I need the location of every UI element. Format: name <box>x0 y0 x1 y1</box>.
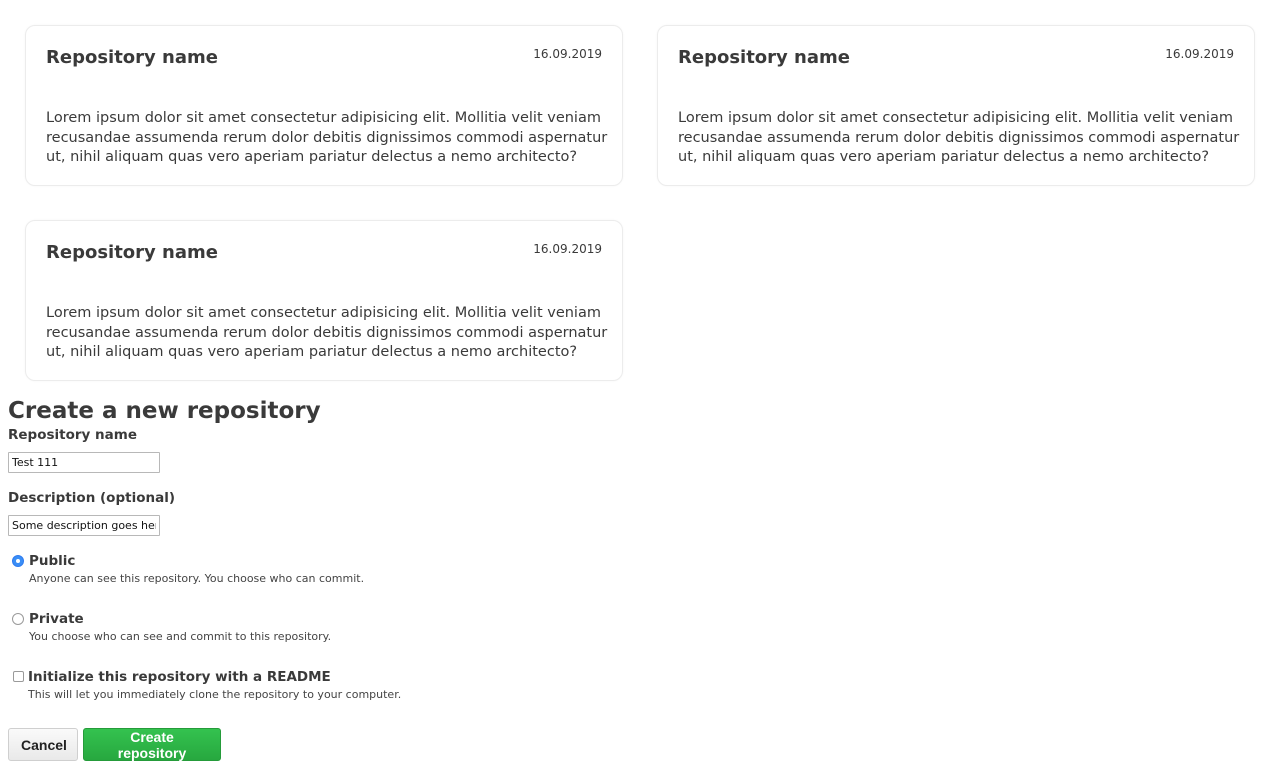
public-label[interactable]: Public <box>29 553 75 569</box>
repository-card[interactable]: Repository name 16.09.2019 Lorem ipsum d… <box>25 25 623 186</box>
repository-name[interactable]: Repository name <box>46 242 218 263</box>
form-title: Create a new repository <box>8 398 321 424</box>
public-radio[interactable] <box>12 555 24 567</box>
repository-date: 16.09.2019 <box>533 242 602 256</box>
repository-date: 16.09.2019 <box>533 47 602 61</box>
public-help-text: Anyone can see this repository. You choo… <box>29 572 365 585</box>
description-input[interactable] <box>8 515 160 536</box>
readme-label[interactable]: Initialize this repository with a README <box>28 669 331 685</box>
create-repository-button[interactable]: Create repository <box>83 728 221 761</box>
readme-help-text: This will let you immediately clone the … <box>28 688 402 701</box>
private-label[interactable]: Private <box>29 611 84 627</box>
cancel-button[interactable]: Cancel <box>8 728 78 761</box>
repository-name[interactable]: Repository name <box>678 47 850 68</box>
repository-description: Lorem ipsum dolor sit amet consectetur a… <box>46 110 608 165</box>
repository-name-input[interactable] <box>8 452 160 473</box>
description-label: Description (optional) <box>8 490 175 506</box>
private-radio[interactable] <box>12 613 24 625</box>
repository-name-label: Repository name <box>8 427 137 443</box>
repository-date: 16.09.2019 <box>1165 47 1234 61</box>
repository-name[interactable]: Repository name <box>46 47 218 68</box>
repository-card[interactable]: Repository name 16.09.2019 Lorem ipsum d… <box>25 220 623 381</box>
repository-description: Lorem ipsum dolor sit amet consectetur a… <box>46 305 608 360</box>
repository-description: Lorem ipsum dolor sit amet consectetur a… <box>678 110 1240 165</box>
private-help-text: You choose who can see and commit to thi… <box>29 630 332 643</box>
readme-checkbox[interactable] <box>13 671 24 682</box>
repository-card[interactable]: Repository name 16.09.2019 Lorem ipsum d… <box>657 25 1255 186</box>
